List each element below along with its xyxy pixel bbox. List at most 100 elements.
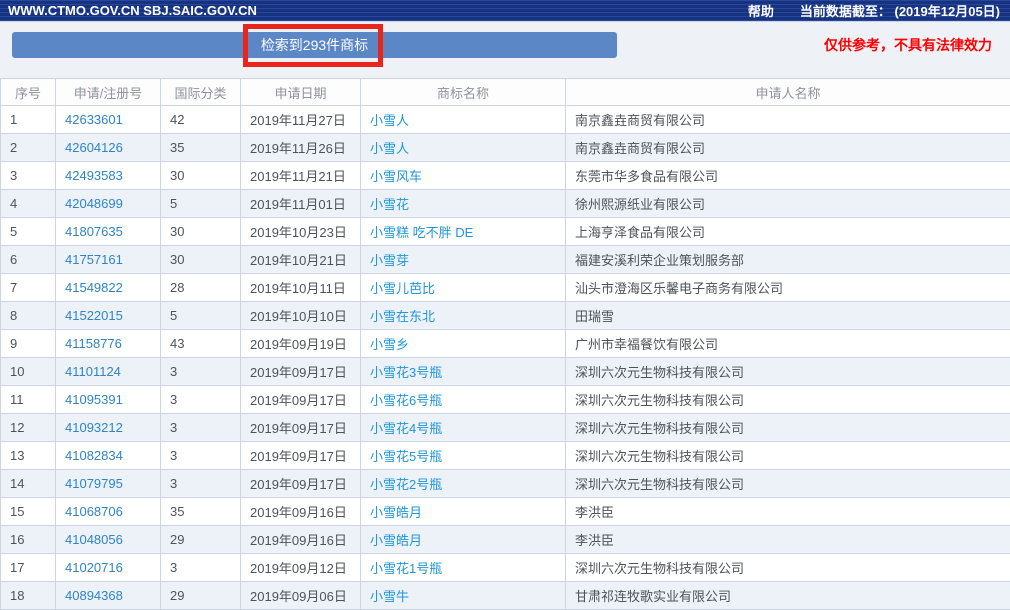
trademark-link[interactable]: 小雪糕 吃不胖 DE [370,225,473,240]
table-row: 541807635302019年10月23日小雪糕 吃不胖 DE上海亨泽食品有限… [1,218,1010,246]
trademark-link[interactable]: 小雪花5号瓶 [370,449,442,464]
header-intl-class: 国际分类 [161,79,241,106]
trademark-link[interactable]: 小雪花 [370,197,409,212]
reg-no-cell: 41158776 [56,330,161,358]
trademark-cell: 小雪人 [361,106,566,134]
reg-no-link[interactable]: 41095391 [65,392,123,407]
applicant-cell: 广州市幸福餐饮有限公司 [566,330,1010,358]
reg-no-link[interactable]: 41101124 [65,364,121,379]
applicant-cell: 南京鑫垚商贸有限公司 [566,106,1010,134]
serial-cell: 1 [1,106,56,134]
reg-no-link[interactable]: 42633601 [65,112,123,127]
serial-cell: 14 [1,470,56,498]
table-row: 941158776432019年09月19日小雪乡广州市幸福餐饮有限公司 [1,330,1010,358]
date-cell: 2019年09月16日 [241,526,361,554]
class-cell: 3 [161,386,241,414]
trademark-cell: 小雪花1号瓶 [361,554,566,582]
reg-no-link[interactable]: 41757161 [65,252,123,267]
date-cell: 2019年09月19日 [241,330,361,358]
trademark-cell: 小雪风车 [361,162,566,190]
date-cell: 2019年09月06日 [241,582,361,610]
table-header-row: 序号 申请/注册号 国际分类 申请日期 商标名称 申请人名称 [1,79,1010,106]
reg-no-link[interactable]: 41522015 [65,308,123,323]
trademark-cell: 小雪糕 吃不胖 DE [361,218,566,246]
reg-no-link[interactable]: 41807635 [65,224,123,239]
serial-cell: 2 [1,134,56,162]
trademark-link[interactable]: 小雪花6号瓶 [370,393,442,408]
table-row: 84152201552019年10月10日小雪在东北田瑞雪 [1,302,1010,330]
reg-no-cell: 41020716 [56,554,161,582]
trademark-link[interactable]: 小雪人 [370,141,409,156]
reg-no-link[interactable]: 41093212 [65,420,123,435]
date-cell: 2019年11月01日 [241,190,361,218]
trademark-cell: 小雪在东北 [361,302,566,330]
applicant-cell: 汕头市澄海区乐馨电子商务有限公司 [566,274,1010,302]
reg-no-link[interactable]: 42493583 [65,168,123,183]
reg-no-cell: 41093212 [56,414,161,442]
trademark-link[interactable]: 小雪皓月 [370,505,422,520]
trademark-link[interactable]: 小雪皓月 [370,533,422,548]
help-link[interactable]: 帮助 [748,1,774,20]
applicant-cell: 南京鑫垚商贸有限公司 [566,134,1010,162]
trademark-cell: 小雪皓月 [361,526,566,554]
trademark-link[interactable]: 小雪儿芭比 [370,281,435,296]
date-cell: 2019年09月17日 [241,442,361,470]
reg-no-cell: 42493583 [56,162,161,190]
serial-cell: 6 [1,246,56,274]
class-cell: 42 [161,106,241,134]
date-cell: 2019年11月21日 [241,162,361,190]
table-row: 1641048056292019年09月16日小雪皓月李洪臣 [1,526,1010,554]
trademark-cell: 小雪花5号瓶 [361,442,566,470]
reg-no-cell: 41549822 [56,274,161,302]
reg-no-link[interactable]: 41158776 [65,336,122,351]
table-row: 144107979532019年09月17日小雪花2号瓶深圳六次元生物科技有限公… [1,470,1010,498]
serial-cell: 9 [1,330,56,358]
applicant-cell: 甘肃祁连牧歌实业有限公司 [566,582,1010,610]
class-cell: 5 [161,190,241,218]
trademark-link[interactable]: 小雪花4号瓶 [370,421,442,436]
reg-no-link[interactable]: 41549822 [65,280,123,295]
trademark-link[interactable]: 小雪花1号瓶 [370,561,442,576]
reg-no-link[interactable]: 41079795 [65,476,123,491]
class-cell: 29 [161,582,241,610]
header-reg-no: 申请/注册号 [56,79,161,106]
trademark-cell: 小雪人 [361,134,566,162]
serial-cell: 5 [1,218,56,246]
trademark-cell: 小雪皓月 [361,498,566,526]
trademark-cell: 小雪芽 [361,246,566,274]
table-row: 1 42633601 422019年11月27日小雪人 南京鑫垚商贸有限公司 [1,106,1010,134]
trademark-link[interactable]: 小雪人 [370,113,409,128]
trademark-link[interactable]: 小雪花3号瓶 [370,365,442,380]
serial-cell: 7 [1,274,56,302]
serial-cell: 8 [1,302,56,330]
trademark-link[interactable]: 小雪在东北 [370,309,435,324]
reg-no-link[interactable]: 41020716 [65,560,123,575]
disclaimer-text: 仅供参考，不具有法律效力 [824,35,992,55]
applicant-cell: 上海亨泽食品有限公司 [566,218,1010,246]
trademark-link[interactable]: 小雪乡 [370,337,409,352]
serial-cell: 4 [1,190,56,218]
serial-cell: 17 [1,554,56,582]
class-cell: 28 [161,274,241,302]
header-trademark: 商标名称 [361,79,566,106]
reg-no-link[interactable]: 41068706 [65,504,123,519]
serial-cell: 13 [1,442,56,470]
serial-cell: 11 [1,386,56,414]
applicant-cell: 田瑞雪 [566,302,1010,330]
reg-no-cell: 42048699 [56,190,161,218]
date-cell: 2019年10月21日 [241,246,361,274]
date-cell: 2019年09月16日 [241,498,361,526]
reg-no-link[interactable]: 40894368 [65,588,123,603]
reg-no-link[interactable]: 42604126 [65,140,123,155]
class-cell: 3 [161,470,241,498]
reg-no-link[interactable]: 42048699 [65,196,123,211]
search-result-count-button[interactable]: 检索到293件商标 [12,32,617,58]
trademark-link[interactable]: 小雪芽 [370,253,409,268]
trademark-link[interactable]: 小雪牛 [370,589,409,604]
date-cell: 2019年11月27日 [241,106,361,134]
trademark-link[interactable]: 小雪花2号瓶 [370,477,442,492]
header-serial: 序号 [1,79,56,106]
reg-no-link[interactable]: 41082834 [65,448,123,463]
trademark-link[interactable]: 小雪风车 [370,169,422,184]
reg-no-link[interactable]: 41048056 [65,532,123,547]
